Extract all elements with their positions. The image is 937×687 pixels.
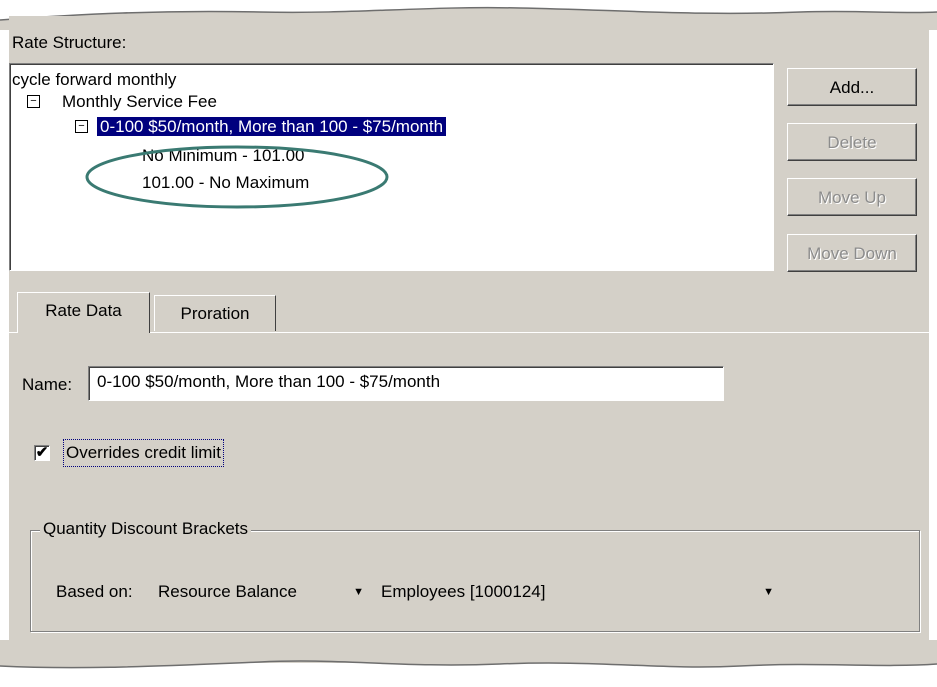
torn-edge-bottom [0, 640, 937, 669]
add-button[interactable]: Add... [787, 68, 917, 106]
tree-node-monthly-service-fee[interactable]: Monthly Service Fee [62, 92, 217, 112]
annotation-oval [85, 145, 389, 209]
tree-node-selected-rate[interactable]: 0-100 $50/month, More than 100 - $75/mon… [97, 117, 447, 137]
tab-proration[interactable]: Proration [154, 295, 276, 331]
overrides-credit-limit-label[interactable]: Overrides credit limit [63, 439, 224, 467]
collapse-toggle-icon[interactable]: − [27, 95, 40, 108]
quantity-discount-legend: Quantity Discount Brackets [40, 519, 252, 539]
move-up-button[interactable]: Move Up [787, 178, 917, 216]
tree-root-node[interactable]: cycle forward monthly [12, 70, 176, 90]
overrides-credit-limit-checkbox[interactable]: ✔ [34, 445, 50, 461]
selected-rate-label: 0-100 $50/month, More than 100 - $75/mon… [97, 117, 447, 136]
name-field[interactable]: 0-100 $50/month, More than 100 - $75/mon… [88, 366, 724, 401]
name-label: Name: [22, 375, 73, 394]
delete-button[interactable]: Delete [787, 123, 917, 161]
based-on-select[interactable]: Resource Balance ▼ [158, 578, 368, 606]
tab-rate-data[interactable]: Rate Data [17, 292, 150, 333]
chevron-down-icon[interactable]: ▼ [763, 578, 774, 606]
resource-select[interactable]: Employees [1000124] ▼ [375, 578, 780, 606]
move-down-button[interactable]: Move Down [787, 234, 917, 272]
based-on-label: Based on: [56, 582, 133, 601]
collapse-toggle-icon[interactable]: − [75, 120, 88, 133]
chevron-down-icon[interactable]: ▼ [353, 578, 364, 606]
rate-structure-label: Rate Structure: [12, 33, 127, 52]
based-on-value: Resource Balance [158, 582, 297, 601]
resource-value: Employees [1000124] [381, 582, 546, 601]
